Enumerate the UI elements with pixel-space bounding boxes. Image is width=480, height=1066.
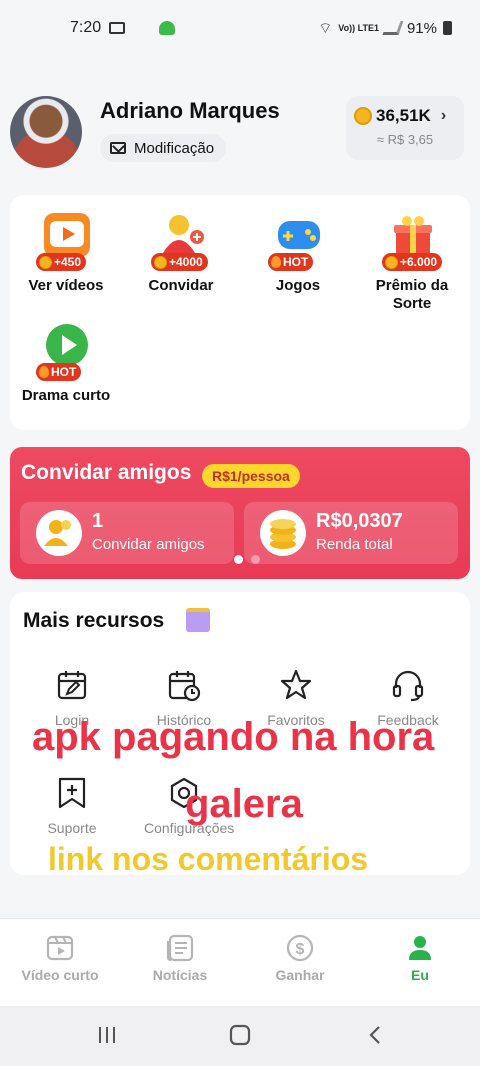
badge: HOT [268,253,314,271]
feature-label: Drama curto [21,387,111,404]
invite-rate-pill: R$1/pessoa [202,464,300,488]
dollar-coin-icon: $ [286,934,314,962]
home-button[interactable] [229,1024,251,1051]
system-nav-bar [0,1006,480,1066]
back-button[interactable] [364,1024,386,1051]
star-icon [280,669,312,700]
modify-label: Modificação [134,139,215,157]
nav-short-video[interactable]: Vídeo curto [0,933,120,983]
news-icon [166,934,194,962]
gift-box-icon [390,213,436,257]
invite-person-icon [159,213,205,257]
resources-title: Mais recursos [23,609,165,632]
mail-icon [110,142,126,154]
coins-stack-icon [260,510,306,556]
play-circle-icon [44,323,90,367]
calendar-edit-icon [57,671,87,700]
income-label: Renda total [316,536,393,553]
bottom-nav: Vídeo curto Notícias $ Ganhar Eu [0,918,480,1006]
status-bar: 7:20 ⌔ Vo)) LTE1 91% [0,0,480,56]
nav-me[interactable]: Eu [360,933,480,983]
carousel-dots [234,555,260,564]
svg-text:$: $ [296,941,305,958]
clapper-icon [46,935,74,961]
invite-banner[interactable]: Convidar amigos R$1/pessoa 1 Convidar am… [10,447,470,579]
friends-label: Convidar amigos [92,536,205,553]
network-label: Vo)) LTE1 [338,22,379,33]
calendar-clock-icon [168,671,201,702]
android-icon [159,21,176,35]
resource-label: Suporte [47,820,97,836]
feature-label: Ver vídeos [28,277,104,294]
badge: +6.000 [382,253,443,271]
cast-icon [109,22,126,34]
friends-stat[interactable]: 1 Convidar amigos [20,502,234,564]
nav-label: Ganhar [275,967,325,983]
badge: +450 [36,253,87,271]
signal-icon [382,21,404,35]
carousel-dot [251,555,260,564]
badge: HOT [36,363,82,381]
nav-earn[interactable]: $ Ganhar [240,933,360,983]
coin-icon [354,107,372,125]
friends-count: 1 [92,510,104,532]
income-value: R$0,0307 [316,510,403,532]
carousel-dot [234,555,243,564]
income-stat[interactable]: R$0,0307 Renda total [244,502,458,564]
resource-support[interactable]: Suporte [22,776,122,837]
cash-balance: ≈ R$ 3,65 [376,132,434,147]
user-name: Adriano Marques [100,98,280,123]
profile-header: Adriano Marques Modificação 36,51K › ≈ R… [10,96,470,168]
badge: +4000 [151,253,208,271]
headset-icon [392,670,424,702]
calendar-title-icon [186,608,210,632]
recent-apps-button[interactable] [96,1024,118,1051]
gamepad-icon [276,213,322,257]
nav-label: Eu [411,967,429,983]
bookmark-plus-icon [58,777,86,809]
person-icon [409,936,431,960]
feature-label: Convidar [148,277,214,294]
nav-news[interactable]: Notícias [120,933,240,983]
overlay-caption-line1: apk pagando na hora [32,715,435,759]
avatar[interactable] [10,96,82,168]
chevron-right-icon: › [440,107,447,124]
invite-title: Convidar amigos [21,461,192,484]
coin-balance: 36,51K [376,106,431,125]
tv-play-icon [44,213,90,257]
friends-icon [36,510,82,556]
nav-label: Notícias [152,967,208,983]
feature-watch-videos[interactable]: +450 Ver vídeos [16,211,116,295]
overlay-caption-line3: link nos comentários [48,841,369,877]
battery-icon [443,21,452,35]
coin-balance-card[interactable]: 36,51K › ≈ R$ 3,65 [346,96,464,160]
status-time: 7:20 [70,19,102,36]
modify-button[interactable]: Modificação [100,134,227,162]
battery-percent: 91% [406,19,437,37]
overlay-caption-line2: galera [185,782,303,826]
feature-label: Prêmio da Sorte [375,277,449,312]
feature-label: Jogos [275,277,321,294]
feature-games[interactable]: HOT Jogos [248,211,348,295]
features-card: +450 Ver vídeos +4000 Convidar HOT Jogos… [10,195,470,430]
wifi-icon: ⌔ [318,19,333,37]
feature-invite[interactable]: +4000 Convidar [131,211,231,295]
nav-label: Vídeo curto [21,967,99,983]
feature-lucky-prize[interactable]: +6.000 Prêmio da Sorte [362,211,462,313]
feature-short-drama[interactable]: HOT Drama curto [16,321,116,405]
